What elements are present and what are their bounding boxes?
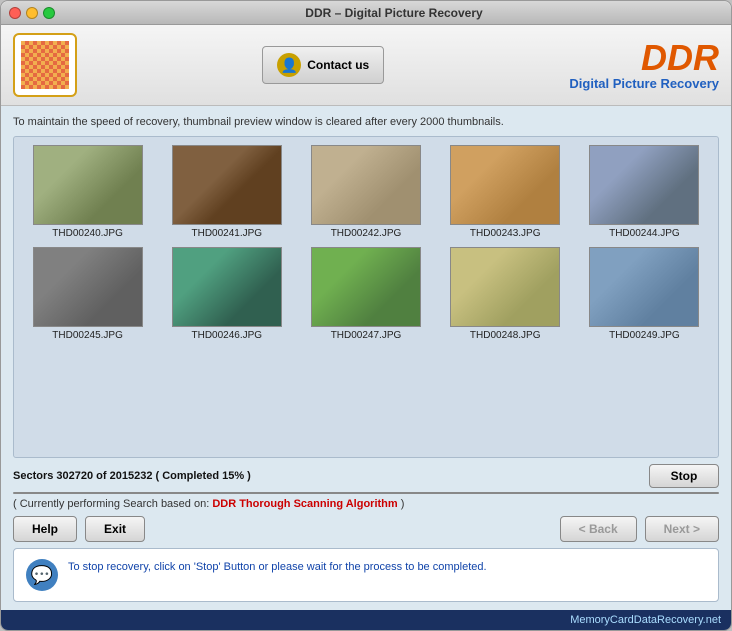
thumbnail-item: THD00245.JPG bbox=[22, 247, 153, 341]
thumbnail-label: THD00242.JPG bbox=[331, 228, 402, 239]
window-controls bbox=[9, 7, 55, 19]
footer-text: MemoryCardDataRecovery.net bbox=[570, 614, 721, 626]
scanning-prefix: ( Currently performing Search based on: bbox=[13, 498, 212, 510]
main-content: To maintain the speed of recovery, thumb… bbox=[1, 106, 731, 610]
thumbnail-label: THD00246.JPG bbox=[191, 330, 262, 341]
maximize-button[interactable] bbox=[43, 7, 55, 19]
thumbnail-image[interactable] bbox=[33, 145, 143, 225]
minimize-button[interactable] bbox=[26, 7, 38, 19]
ddr-logo: DDR Digital Picture Recovery bbox=[569, 40, 719, 91]
thumbnail-image[interactable] bbox=[450, 145, 560, 225]
thumbnail-item: THD00244.JPG bbox=[579, 145, 710, 239]
ddr-subtitle-text: Digital Picture Recovery bbox=[569, 76, 719, 91]
notice-text: To maintain the speed of recovery, thumb… bbox=[13, 114, 719, 130]
stop-button[interactable]: Stop bbox=[649, 464, 719, 488]
app-logo bbox=[13, 33, 77, 97]
scanning-suffix: ) bbox=[398, 498, 405, 510]
scanning-algo: DDR Thorough Scanning Algorithm bbox=[212, 498, 397, 510]
contact-label: Contact us bbox=[307, 58, 369, 72]
thumbnail-label: THD00241.JPG bbox=[191, 228, 262, 239]
thumbnail-label: THD00245.JPG bbox=[52, 330, 123, 341]
thumbnail-item: THD00242.JPG bbox=[300, 145, 431, 239]
title-bar: DDR – Digital Picture Recovery bbox=[1, 1, 731, 25]
message-text: To stop recovery, click on 'Stop' Button… bbox=[68, 559, 487, 576]
main-window: DDR – Digital Picture Recovery 👤 Contact… bbox=[0, 0, 732, 631]
contact-icon: 👤 bbox=[277, 53, 301, 77]
bottom-buttons: Help Exit < Back Next > bbox=[13, 516, 719, 542]
thumbnail-image[interactable] bbox=[589, 145, 699, 225]
thumbnail-label: THD00244.JPG bbox=[609, 228, 680, 239]
exit-button[interactable]: Exit bbox=[85, 516, 145, 542]
message-area: 💬 To stop recovery, click on 'Stop' Butt… bbox=[13, 548, 719, 602]
thumbnail-image[interactable] bbox=[172, 145, 282, 225]
window-title: DDR – Digital Picture Recovery bbox=[65, 6, 723, 20]
thumbnail-image[interactable] bbox=[311, 247, 421, 327]
progress-area: Sectors 302720 of 2015232 ( Completed 15… bbox=[13, 464, 719, 510]
thumbnail-label: THD00248.JPG bbox=[470, 330, 541, 341]
thumbnail-item: THD00249.JPG bbox=[579, 247, 710, 341]
header: 👤 Contact us DDR Digital Picture Recover… bbox=[1, 25, 731, 106]
thumbnail-image[interactable] bbox=[311, 145, 421, 225]
back-button[interactable]: < Back bbox=[560, 516, 637, 542]
thumbnail-item: THD00246.JPG bbox=[161, 247, 292, 341]
next-button[interactable]: Next > bbox=[645, 516, 719, 542]
sectors-text: Sectors 302720 of 2015232 ( Completed 15… bbox=[13, 470, 641, 482]
thumbnail-label: THD00249.JPG bbox=[609, 330, 680, 341]
progress-row: Sectors 302720 of 2015232 ( Completed 15… bbox=[13, 464, 719, 488]
thumbnail-label: THD00247.JPG bbox=[331, 330, 402, 341]
thumbnail-image[interactable] bbox=[172, 247, 282, 327]
logo-pattern bbox=[21, 41, 69, 89]
progress-bar-container bbox=[13, 492, 719, 494]
thumbnail-image[interactable] bbox=[450, 247, 560, 327]
footer: MemoryCardDataRecovery.net bbox=[1, 610, 731, 630]
contact-button[interactable]: 👤 Contact us bbox=[262, 46, 384, 84]
thumbnail-image[interactable] bbox=[33, 247, 143, 327]
thumbnail-grid: THD00240.JPG THD00241.JPG THD00242.JPG THD0… bbox=[22, 145, 710, 341]
thumbnail-item: THD00240.JPG bbox=[22, 145, 153, 239]
thumbnail-item: THD00243.JPG bbox=[440, 145, 571, 239]
ddr-title-text: DDR bbox=[569, 40, 719, 76]
help-button[interactable]: Help bbox=[13, 516, 77, 542]
message-icon: 💬 bbox=[26, 559, 58, 591]
thumbnail-label: THD00240.JPG bbox=[52, 228, 123, 239]
thumbnail-label: THD00243.JPG bbox=[470, 228, 541, 239]
close-button[interactable] bbox=[9, 7, 21, 19]
thumbnail-area: THD00240.JPG THD00241.JPG THD00242.JPG THD0… bbox=[13, 136, 719, 458]
thumbnail-item: THD00247.JPG bbox=[300, 247, 431, 341]
thumbnail-item: THD00248.JPG bbox=[440, 247, 571, 341]
thumbnail-item: THD00241.JPG bbox=[161, 145, 292, 239]
scanning-text: ( Currently performing Search based on: … bbox=[13, 498, 719, 510]
thumbnail-image[interactable] bbox=[589, 247, 699, 327]
